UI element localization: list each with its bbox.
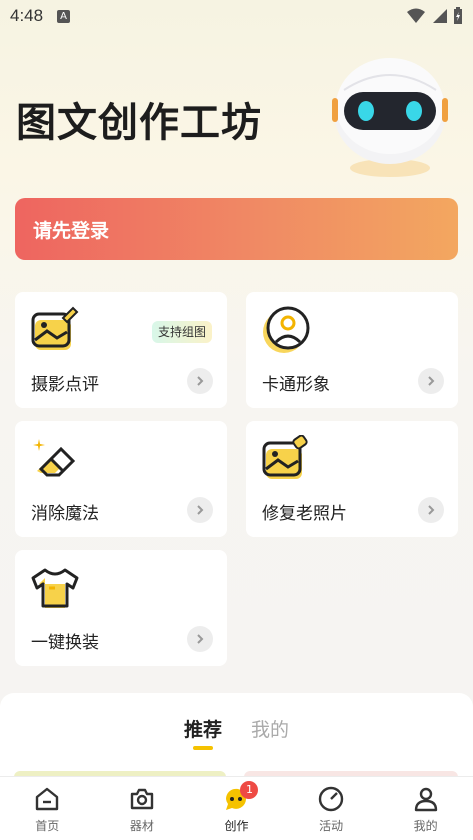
feature-card-magic-erase[interactable]: 消除魔法 xyxy=(15,421,227,537)
feature-label: 修复老照片 xyxy=(262,504,347,524)
feature-label: 摄影点评 xyxy=(31,375,99,395)
nav-item-profile[interactable]: 我的 xyxy=(378,777,473,840)
login-label: 请先登录 xyxy=(33,219,110,242)
status-time: 4:48 xyxy=(10,6,44,25)
bottom-nav: 首页 器材 1 创作 活动 我的 xyxy=(0,776,473,840)
tab-recommend[interactable]: 推荐 xyxy=(184,715,222,742)
chevron-right-icon xyxy=(187,497,213,523)
notification-badge: 1 xyxy=(240,781,259,799)
person-icon xyxy=(414,787,437,812)
robot-mascot-icon xyxy=(332,58,448,177)
nav-item-home[interactable]: 首页 xyxy=(0,777,95,840)
tab-mine[interactable]: 我的 xyxy=(251,715,289,742)
chevron-right-icon xyxy=(418,368,444,394)
nav-label: 首页 xyxy=(35,819,60,833)
eraser-icon xyxy=(33,439,76,477)
feature-label: 卡通形象 xyxy=(262,375,330,395)
active-tab-indicator xyxy=(193,746,213,750)
status-indicator: A xyxy=(57,9,71,23)
feature-card-outfit-change[interactable]: 一键换装 xyxy=(15,550,227,666)
login-banner[interactable]: 请先登录 xyxy=(15,198,458,260)
chevron-right-icon xyxy=(418,497,444,523)
page-title: 图文创作工坊 xyxy=(16,100,262,146)
photo-repair-icon xyxy=(262,435,308,479)
chevron-right-icon xyxy=(187,626,213,652)
multi-image-tag: 支持组图 xyxy=(152,321,213,343)
gauge-icon xyxy=(318,786,344,812)
status-icons xyxy=(407,7,463,25)
feature-card-restore-photo[interactable]: 修复老照片 xyxy=(246,421,458,537)
signal-icon xyxy=(433,9,447,23)
feature-card-photo-critique[interactable]: 支持组图 摄影点评 xyxy=(15,292,227,408)
avatar-icon xyxy=(263,306,310,353)
photo-edit-icon xyxy=(31,306,79,350)
tshirt-icon xyxy=(31,568,79,608)
nav-label: 器材 xyxy=(129,819,154,833)
chevron-right-icon xyxy=(187,368,213,394)
camera-icon xyxy=(130,788,154,810)
nav-label: 活动 xyxy=(319,819,344,833)
feature-card-cartoon-avatar[interactable]: 卡通形象 xyxy=(246,292,458,408)
status-bar: 4:48 A xyxy=(0,0,473,32)
nav-label: 创作 xyxy=(224,819,249,833)
feature-label: 一键换装 xyxy=(31,633,99,653)
nav-item-activity[interactable]: 活动 xyxy=(284,777,379,840)
nav-item-create[interactable]: 1 创作 xyxy=(189,777,284,840)
home-icon xyxy=(36,787,59,811)
nav-item-equipment[interactable]: 器材 xyxy=(95,777,190,840)
feature-label: 消除魔法 xyxy=(31,504,99,524)
battery-icon xyxy=(454,7,462,24)
nav-label: 我的 xyxy=(413,819,438,833)
wifi-icon xyxy=(407,8,425,23)
feed-section: 推荐 我的 xyxy=(0,693,473,783)
